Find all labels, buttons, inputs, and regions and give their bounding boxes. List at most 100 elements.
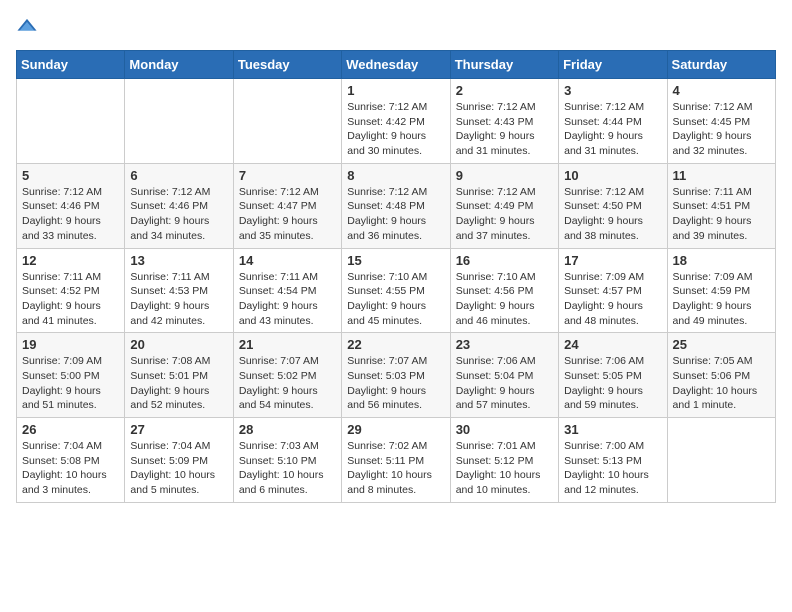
calendar-cell: 27Sunrise: 7:04 AM Sunset: 5:09 PM Dayli… bbox=[125, 418, 233, 503]
day-number: 23 bbox=[456, 337, 553, 352]
calendar-cell: 22 Sunrise: 7:07 AM Sunset: 5:03 PM Dayli… bbox=[342, 333, 450, 418]
calendar-cell: 1 Sunrise: 7:12 AM Sunset: 4:42 PM Daylig… bbox=[342, 79, 450, 164]
calendar-cell: 13 Sunrise: 7:11 AM Sunset: 4:53 PM Dayli… bbox=[125, 248, 233, 333]
column-header-thursday: Thursday bbox=[450, 51, 558, 79]
day-info: Sunrise: 7:12 AM Sunset: 4:45 PM Dayligh… bbox=[673, 100, 770, 159]
day-number: 16 bbox=[456, 253, 553, 268]
day-number: 15 bbox=[347, 253, 444, 268]
calendar-cell: 12 Sunrise: 7:11 AM Sunset: 4:52 PM Dayli… bbox=[17, 248, 125, 333]
day-number: 1 bbox=[347, 83, 444, 98]
day-info: Sunrise: 7:12 AM Sunset: 4:46 PM Dayligh… bbox=[130, 185, 227, 244]
calendar-cell: 17 Sunrise: 7:09 AM Sunset: 4:57 PM Dayli… bbox=[559, 248, 667, 333]
day-number: 5 bbox=[22, 168, 119, 183]
day-info: Sunrise: 7:12 AM Sunset: 4:42 PM Dayligh… bbox=[347, 100, 444, 159]
calendar-cell: 28Sunrise: 7:03 AM Sunset: 5:10 PM Dayli… bbox=[233, 418, 341, 503]
day-number: 25 bbox=[673, 337, 770, 352]
day-info: Sunrise: 7:06 AM Sunset: 5:05 PM Dayligh… bbox=[564, 354, 661, 413]
calendar-cell: 31 Sunrise: 7:00 AM Sunset: 5:13 PM Dayli… bbox=[559, 418, 667, 503]
day-number: 22 bbox=[347, 337, 444, 352]
column-header-tuesday: Tuesday bbox=[233, 51, 341, 79]
day-number: 9 bbox=[456, 168, 553, 183]
calendar-cell: 14Sunrise: 7:11 AM Sunset: 4:54 PM Dayli… bbox=[233, 248, 341, 333]
day-number: 26 bbox=[22, 422, 119, 437]
day-info: Sunrise: 7:09 AM Sunset: 4:57 PM Dayligh… bbox=[564, 270, 661, 329]
day-info: Sunrise: 7:03 AM Sunset: 5:10 PM Dayligh… bbox=[239, 439, 336, 498]
day-number: 17 bbox=[564, 253, 661, 268]
day-info: Sunrise: 7:05 AM Sunset: 5:06 PM Dayligh… bbox=[673, 354, 770, 413]
calendar-cell bbox=[233, 79, 341, 164]
calendar-cell: 11 Sunrise: 7:11 AM Sunset: 4:51 PM Dayli… bbox=[667, 163, 775, 248]
day-info: Sunrise: 7:11 AM Sunset: 4:52 PM Dayligh… bbox=[22, 270, 119, 329]
day-info: Sunrise: 7:12 AM Sunset: 4:50 PM Dayligh… bbox=[564, 185, 661, 244]
day-number: 11 bbox=[673, 168, 770, 183]
day-number: 18 bbox=[673, 253, 770, 268]
calendar-cell: 5Sunrise: 7:12 AM Sunset: 4:46 PM Daylig… bbox=[17, 163, 125, 248]
day-info: Sunrise: 7:12 AM Sunset: 4:47 PM Dayligh… bbox=[239, 185, 336, 244]
column-header-monday: Monday bbox=[125, 51, 233, 79]
day-info: Sunrise: 7:11 AM Sunset: 4:53 PM Dayligh… bbox=[130, 270, 227, 329]
day-info: Sunrise: 7:12 AM Sunset: 4:43 PM Dayligh… bbox=[456, 100, 553, 159]
logo-icon bbox=[16, 16, 38, 38]
calendar-table: SundayMondayTuesdayWednesdayThursdayFrid… bbox=[16, 50, 776, 503]
calendar-cell: 30 Sunrise: 7:01 AM Sunset: 5:12 PM Dayli… bbox=[450, 418, 558, 503]
day-number: 10 bbox=[564, 168, 661, 183]
calendar-cell: 23 Sunrise: 7:06 AM Sunset: 5:04 PM Dayli… bbox=[450, 333, 558, 418]
calendar-cell: 3 Sunrise: 7:12 AM Sunset: 4:44 PM Daylig… bbox=[559, 79, 667, 164]
calendar-week-3: 12 Sunrise: 7:11 AM Sunset: 4:52 PM Dayli… bbox=[17, 248, 776, 333]
day-number: 20 bbox=[130, 337, 227, 352]
day-number: 30 bbox=[456, 422, 553, 437]
column-header-sunday: Sunday bbox=[17, 51, 125, 79]
day-info: Sunrise: 7:09 AM Sunset: 5:00 PM Dayligh… bbox=[22, 354, 119, 413]
day-number: 31 bbox=[564, 422, 661, 437]
day-number: 8 bbox=[347, 168, 444, 183]
calendar-cell: 26 Sunrise: 7:04 AM Sunset: 5:08 PM Dayli… bbox=[17, 418, 125, 503]
day-info: Sunrise: 7:12 AM Sunset: 4:48 PM Dayligh… bbox=[347, 185, 444, 244]
day-info: Sunrise: 7:12 AM Sunset: 4:44 PM Dayligh… bbox=[564, 100, 661, 159]
day-number: 2 bbox=[456, 83, 553, 98]
column-header-wednesday: Wednesday bbox=[342, 51, 450, 79]
day-info: Sunrise: 7:00 AM Sunset: 5:13 PM Dayligh… bbox=[564, 439, 661, 498]
day-number: 6 bbox=[130, 168, 227, 183]
calendar-cell bbox=[17, 79, 125, 164]
day-info: Sunrise: 7:11 AM Sunset: 4:51 PM Dayligh… bbox=[673, 185, 770, 244]
calendar-cell: 15 Sunrise: 7:10 AM Sunset: 4:55 PM Dayli… bbox=[342, 248, 450, 333]
calendar-week-1: 1 Sunrise: 7:12 AM Sunset: 4:42 PM Daylig… bbox=[17, 79, 776, 164]
day-info: Sunrise: 7:08 AM Sunset: 5:01 PM Dayligh… bbox=[130, 354, 227, 413]
calendar-cell: 18 Sunrise: 7:09 AM Sunset: 4:59 PM Dayli… bbox=[667, 248, 775, 333]
calendar-cell: 25 Sunrise: 7:05 AM Sunset: 5:06 PM Dayli… bbox=[667, 333, 775, 418]
day-info: Sunrise: 7:09 AM Sunset: 4:59 PM Dayligh… bbox=[673, 270, 770, 329]
logo bbox=[16, 16, 38, 38]
day-info: Sunrise: 7:04 AM Sunset: 5:09 PM Dayligh… bbox=[130, 439, 227, 498]
calendar-cell: 8 Sunrise: 7:12 AM Sunset: 4:48 PM Daylig… bbox=[342, 163, 450, 248]
day-number: 19 bbox=[22, 337, 119, 352]
calendar-cell: 4 Sunrise: 7:12 AM Sunset: 4:45 PM Daylig… bbox=[667, 79, 775, 164]
calendar-cell: 16 Sunrise: 7:10 AM Sunset: 4:56 PM Dayli… bbox=[450, 248, 558, 333]
calendar-cell: 19 Sunrise: 7:09 AM Sunset: 5:00 PM Dayli… bbox=[17, 333, 125, 418]
calendar-cell: 7 Sunrise: 7:12 AM Sunset: 4:47 PM Daylig… bbox=[233, 163, 341, 248]
day-info: Sunrise: 7:07 AM Sunset: 5:02 PM Dayligh… bbox=[239, 354, 336, 413]
day-info: Sunrise: 7:01 AM Sunset: 5:12 PM Dayligh… bbox=[456, 439, 553, 498]
column-header-saturday: Saturday bbox=[667, 51, 775, 79]
day-info: Sunrise: 7:10 AM Sunset: 4:56 PM Dayligh… bbox=[456, 270, 553, 329]
day-number: 12 bbox=[22, 253, 119, 268]
day-info: Sunrise: 7:10 AM Sunset: 4:55 PM Dayligh… bbox=[347, 270, 444, 329]
calendar-header-row: SundayMondayTuesdayWednesdayThursdayFrid… bbox=[17, 51, 776, 79]
day-number: 24 bbox=[564, 337, 661, 352]
day-info: Sunrise: 7:06 AM Sunset: 5:04 PM Dayligh… bbox=[456, 354, 553, 413]
day-number: 4 bbox=[673, 83, 770, 98]
day-info: Sunrise: 7:12 AM Sunset: 4:49 PM Dayligh… bbox=[456, 185, 553, 244]
day-number: 29 bbox=[347, 422, 444, 437]
day-info: Sunrise: 7:07 AM Sunset: 5:03 PM Dayligh… bbox=[347, 354, 444, 413]
calendar-cell: 6 Sunrise: 7:12 AM Sunset: 4:46 PM Daylig… bbox=[125, 163, 233, 248]
column-header-friday: Friday bbox=[559, 51, 667, 79]
day-number: 3 bbox=[564, 83, 661, 98]
calendar-cell: 10 Sunrise: 7:12 AM Sunset: 4:50 PM Dayli… bbox=[559, 163, 667, 248]
day-info: Sunrise: 7:11 AM Sunset: 4:54 PM Dayligh… bbox=[239, 270, 336, 329]
calendar-week-5: 26 Sunrise: 7:04 AM Sunset: 5:08 PM Dayli… bbox=[17, 418, 776, 503]
calendar-cell: 2 Sunrise: 7:12 AM Sunset: 4:43 PM Daylig… bbox=[450, 79, 558, 164]
day-info: Sunrise: 7:04 AM Sunset: 5:08 PM Dayligh… bbox=[22, 439, 119, 498]
day-number: 7 bbox=[239, 168, 336, 183]
day-number: 13 bbox=[130, 253, 227, 268]
calendar-cell bbox=[667, 418, 775, 503]
calendar-week-2: 5 Sunrise: 7:12 AM Sunset: 4:46 PM Daylig… bbox=[17, 163, 776, 248]
